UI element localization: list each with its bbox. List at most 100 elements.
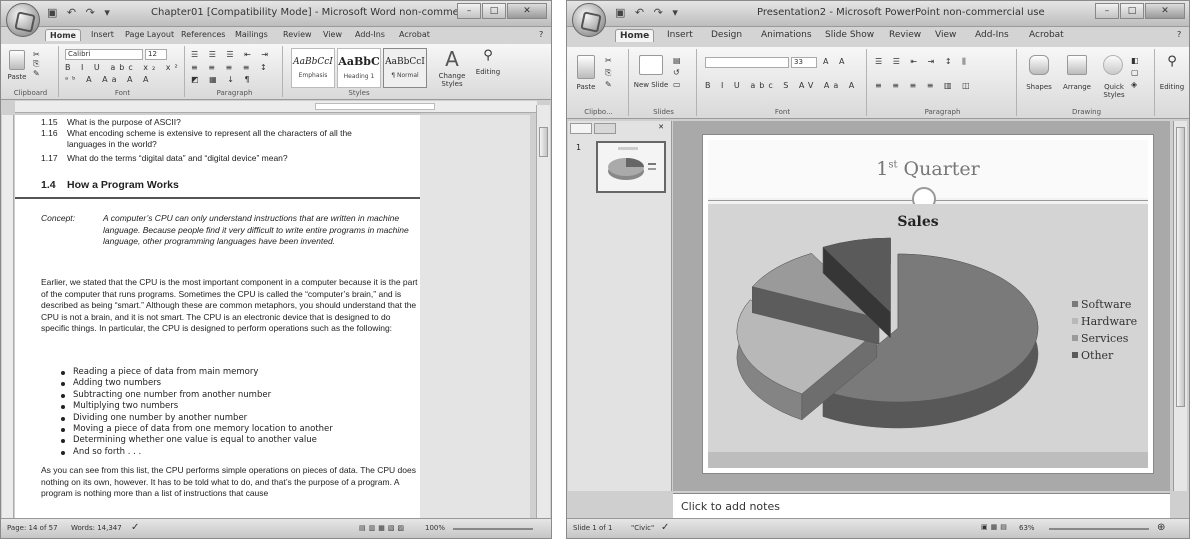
- style-emphasis[interactable]: AaBbCcI Emphasis: [291, 48, 335, 88]
- proofing-icon[interactable]: ✓: [661, 522, 669, 533]
- quick-access-toolbar[interactable]: ▣ ↶ ↷ ▾: [47, 6, 113, 22]
- slide-thumbnail[interactable]: [596, 141, 666, 193]
- shapes-icon[interactable]: [1029, 55, 1049, 75]
- zoom-level[interactable]: 63%: [1019, 524, 1035, 532]
- list-buttons[interactable]: ☰ ☰ ☰ ⇤ ⇥: [191, 50, 272, 59]
- font-size-box[interactable]: 33: [791, 57, 817, 68]
- outline-tab[interactable]: [594, 123, 617, 134]
- font-name-box[interactable]: [705, 57, 789, 68]
- document-page[interactable]: 1.15 What is the purpose of ASCII? 1.16 Wh…: [15, 115, 420, 520]
- slide-title[interactable]: 1st Quarter: [708, 158, 1148, 180]
- tab-insert[interactable]: Insert: [87, 29, 118, 40]
- tab-home[interactable]: Home: [615, 29, 655, 42]
- arrange-icon[interactable]: [1067, 55, 1087, 75]
- layout-icons[interactable]: ▤ ↺ ▭: [673, 55, 685, 91]
- style-emphasis-name: Emphasis: [298, 72, 328, 79]
- theme-name[interactable]: "Civic": [631, 524, 654, 532]
- font-name-box[interactable]: Calibri: [65, 49, 143, 60]
- zoom-slider[interactable]: [453, 528, 533, 530]
- maximize-button[interactable]: □: [482, 3, 506, 19]
- slide-count[interactable]: Slide 1 of 1: [573, 524, 612, 532]
- tab-insert[interactable]: Insert: [663, 29, 697, 41]
- change-styles-label[interactable]: Change Styles: [435, 72, 469, 88]
- font-size-box[interactable]: 12: [145, 49, 167, 60]
- list-buttons[interactable]: ☰ ☰ ⇤ ⇥ ↕ ⫼: [875, 57, 970, 67]
- new-slide-icon[interactable]: [639, 55, 663, 75]
- fit-window-icon[interactable]: ⊕: [1157, 522, 1165, 533]
- cut-copy-icons[interactable]: ✂ ⎘ ✎: [605, 55, 616, 91]
- tab-add-ins[interactable]: Add-Ins: [971, 29, 1013, 41]
- vertical-scrollbar[interactable]: [536, 105, 550, 518]
- quick-access-toolbar[interactable]: ▣ ↶ ↷ ▾: [615, 6, 681, 22]
- slides-group-label: Slides: [653, 108, 674, 116]
- vertical-ruler[interactable]: [2, 115, 14, 520]
- change-styles-icon[interactable]: A: [437, 48, 467, 70]
- style-heading-1[interactable]: AaBbC Heading 1: [337, 48, 381, 88]
- concept-text: A computer’s CPU can only understand ins…: [103, 213, 409, 246]
- shading-buttons[interactable]: ◩ ▦ ↓ ¶: [191, 75, 254, 84]
- quick-styles-label[interactable]: Quick Styles: [1099, 83, 1129, 99]
- tab-home[interactable]: Home: [45, 29, 81, 41]
- tab-add-ins[interactable]: Add-Ins: [351, 29, 389, 40]
- minimize-button[interactable]: –: [1095, 3, 1119, 19]
- align-buttons[interactable]: ≡ ≡ ≡ ≡ ▥ ◫: [875, 81, 974, 90]
- tab-review[interactable]: Review: [279, 29, 316, 40]
- slide-canvas[interactable]: 1st Quarter Sales Software Hardware Service…: [703, 135, 1153, 473]
- tab-page-layout[interactable]: Page Layout: [121, 29, 178, 40]
- list-item: Adding two numbers: [61, 378, 333, 389]
- help-icon[interactable]: ?: [1173, 29, 1185, 40]
- tab-view[interactable]: View: [931, 29, 960, 41]
- editing-label[interactable]: Editing: [471, 68, 505, 76]
- scrollbar-thumb[interactable]: [539, 127, 548, 157]
- new-slide-label[interactable]: New Slide: [633, 81, 669, 89]
- help-icon[interactable]: ?: [535, 29, 547, 40]
- minimize-button[interactable]: –: [457, 3, 481, 19]
- view-buttons[interactable]: ▤▥▦▧▨: [359, 524, 407, 532]
- binoculars-icon[interactable]: ⚲: [1157, 55, 1187, 69]
- arrange-label[interactable]: Arrange: [1059, 83, 1095, 91]
- close-pane-icon[interactable]: ✕: [658, 123, 664, 131]
- scrollbar-thumb[interactable]: [1176, 127, 1185, 407]
- pane-tabs[interactable]: ✕: [570, 123, 668, 135]
- paste-icon[interactable]: [9, 50, 25, 70]
- align-buttons[interactable]: ≡ ≡ ≡ ≡ ↕: [191, 63, 271, 72]
- bold-italic-underline-buttons[interactable]: B I U abc x₂ x²: [65, 63, 182, 72]
- word-count[interactable]: Words: 14,347: [71, 524, 122, 532]
- tab-slide-show[interactable]: Slide Show: [821, 29, 878, 41]
- cut-copy-icons[interactable]: ✂ ⎘ ✎: [33, 50, 44, 78]
- fill-outline-icons[interactable]: ◧ ▢ ◈: [1131, 55, 1143, 91]
- tab-acrobat[interactable]: Acrobat: [1025, 29, 1068, 41]
- style-heading-1-sample: AaBbC: [338, 55, 380, 68]
- tab-design[interactable]: Design: [707, 29, 746, 41]
- font-color-buttons[interactable]: ᵃᵇ A Aa A A: [65, 75, 153, 84]
- shapes-label[interactable]: Shapes: [1021, 83, 1057, 91]
- grow-shrink-font[interactable]: A A: [823, 57, 849, 66]
- horizontal-ruler[interactable]: [15, 101, 537, 113]
- office-button[interactable]: [6, 3, 40, 37]
- maximize-button[interactable]: □: [1120, 3, 1144, 19]
- tab-animations[interactable]: Animations: [757, 29, 816, 41]
- sales-pie-chart[interactable]: Sales Software Hardware Services Other: [708, 204, 1148, 444]
- binoculars-icon[interactable]: ⚲: [473, 49, 503, 63]
- close-button[interactable]: ✕: [1145, 3, 1185, 19]
- notes-pane[interactable]: Click to add notes: [673, 493, 1170, 520]
- proofing-icon[interactable]: ✓: [131, 522, 139, 533]
- tab-review[interactable]: Review: [885, 29, 925, 41]
- office-button[interactable]: [572, 3, 606, 37]
- bold-italic-underline-buttons[interactable]: B I U abc S AV Aa A: [705, 81, 858, 90]
- tab-acrobat[interactable]: Acrobat: [395, 29, 434, 40]
- tab-references[interactable]: References: [177, 29, 229, 40]
- style-normal[interactable]: AaBbCcI ¶ Normal: [383, 48, 427, 88]
- tab-view[interactable]: View: [319, 29, 346, 40]
- zoom-level[interactable]: 100%: [425, 524, 445, 532]
- editing-label[interactable]: Editing: [1157, 83, 1187, 91]
- close-button[interactable]: ✕: [507, 3, 547, 19]
- slides-tab[interactable]: [570, 123, 592, 134]
- view-buttons[interactable]: ▣▦▤: [981, 523, 1010, 531]
- tab-mailings[interactable]: Mailings: [231, 29, 272, 40]
- zoom-slider[interactable]: [1049, 528, 1149, 530]
- page-count[interactable]: Page: 14 of 57: [7, 524, 58, 532]
- paste-icon[interactable]: [577, 55, 595, 79]
- vertical-scrollbar[interactable]: [1173, 121, 1187, 491]
- quick-styles-icon[interactable]: [1103, 55, 1123, 75]
